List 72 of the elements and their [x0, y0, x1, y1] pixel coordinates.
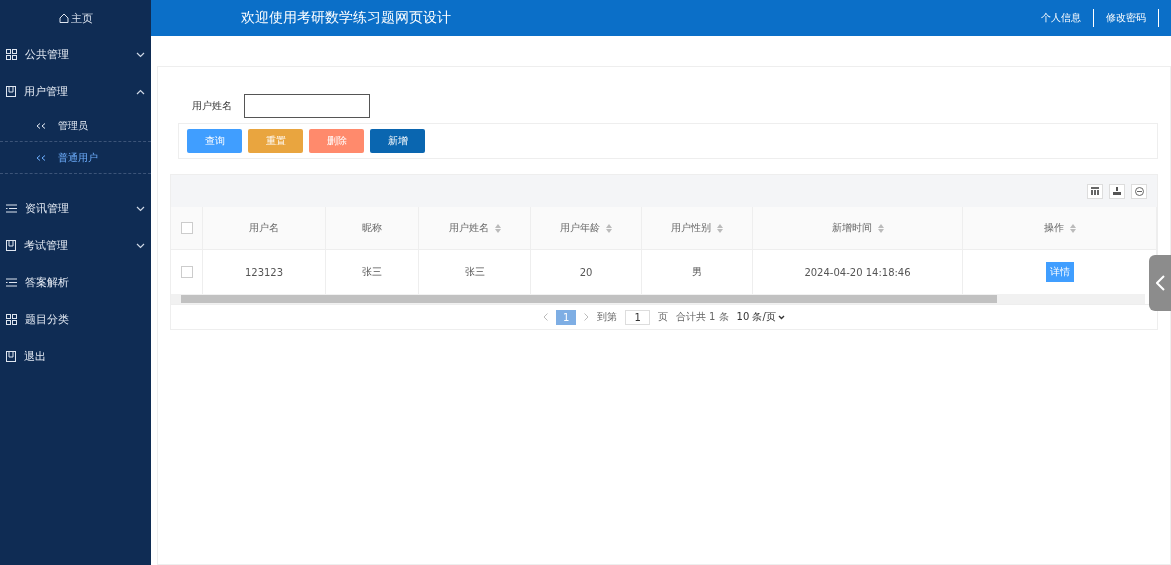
- sidebar-item[interactable]: 用户管理: [0, 73, 151, 110]
- sort-icon[interactable]: [1069, 223, 1076, 233]
- select-all-checkbox[interactable]: [180, 222, 193, 234]
- field-label: 用户姓名: [192, 99, 232, 113]
- export-icon[interactable]: [1109, 183, 1125, 199]
- grid-icon: [6, 49, 17, 60]
- column-header[interactable]: 用户姓名: [419, 207, 531, 250]
- grid-icon: [6, 314, 17, 325]
- column-label: 用户性别: [671, 221, 711, 235]
- header-link[interactable]: 个人信息: [1029, 9, 1094, 27]
- column-header[interactable]: 操作: [963, 207, 1157, 250]
- goto-label: 到第: [597, 310, 618, 324]
- sidebar-item-label: 答案解析: [25, 275, 70, 290]
- sidebar-item[interactable]: 资讯管理: [0, 190, 151, 227]
- home-link[interactable]: 主页: [0, 0, 151, 36]
- sort-icon[interactable]: [494, 223, 501, 233]
- collapse-tab[interactable]: [1149, 255, 1171, 311]
- next-page-icon[interactable]: [584, 313, 590, 321]
- column-header[interactable]: 用户性别: [642, 207, 753, 250]
- list-icon: [6, 204, 17, 213]
- chevron-down-icon: [136, 51, 145, 58]
- home-icon: [58, 13, 69, 23]
- column-label: 操作: [1043, 221, 1064, 235]
- sidebar-item-label: 考试管理: [24, 238, 69, 253]
- column-header[interactable]: 用户年龄: [531, 207, 642, 250]
- column-header[interactable]: 昵称: [326, 207, 419, 250]
- chevron-left-icon: [1155, 275, 1165, 291]
- column-label: 新增时间: [831, 221, 872, 235]
- chevron-down-icon: [136, 205, 145, 212]
- sidebar-item[interactable]: 考试管理: [0, 227, 151, 264]
- sort-icon[interactable]: [877, 223, 884, 233]
- sidebar-item-label: 公共管理: [25, 47, 70, 62]
- total-count: 合计共 1 条: [675, 310, 729, 324]
- sidebar-item-label: 资讯管理: [25, 201, 70, 216]
- chevron-up-icon: [136, 88, 145, 95]
- prev-page-icon[interactable]: [543, 313, 549, 321]
- home-label: 主页: [70, 10, 93, 26]
- submenu-item[interactable]: 普通用户: [0, 142, 151, 174]
- column-label: 昵称: [362, 221, 382, 235]
- sidebar-item[interactable]: 题目分类: [0, 301, 151, 338]
- book-icon: [6, 240, 16, 251]
- row-checkbox[interactable]: [180, 266, 193, 278]
- sidebar-item[interactable]: 退出: [0, 338, 151, 375]
- column-header[interactable]: 用户名: [203, 207, 326, 250]
- column-label: 用户姓名: [448, 221, 489, 235]
- sort-icon[interactable]: [717, 223, 723, 233]
- column-label: 用户名: [249, 221, 279, 235]
- chevron-down-icon: [136, 242, 145, 249]
- page-size-select[interactable]: 10 条/页: [736, 310, 785, 324]
- horizontal-scrollbar[interactable]: [171, 294, 1145, 304]
- page-title: 欢迎使用考研数学练习题网页设计: [241, 9, 452, 27]
- sidebar-item-label: 用户管理: [24, 84, 69, 99]
- action-button[interactable]: 新增: [370, 129, 425, 153]
- sidebar-item-label: 题目分类: [25, 312, 70, 327]
- list-icon: [6, 278, 17, 287]
- sidebar-item-label: 退出: [24, 349, 47, 364]
- page-unit: 页: [657, 310, 668, 324]
- columns-icon[interactable]: [1087, 183, 1103, 199]
- book-icon: [6, 86, 16, 97]
- sort-icon[interactable]: [606, 223, 612, 233]
- column-label: 用户年龄: [560, 221, 600, 235]
- goto-page-field[interactable]: 1: [625, 309, 650, 325]
- sidebar-item[interactable]: 答案解析: [0, 264, 151, 301]
- name-input-field[interactable]: [244, 94, 370, 118]
- rewind-icon: [36, 154, 46, 161]
- caret-icon: [777, 314, 785, 320]
- rewind-icon: [36, 122, 46, 129]
- sidebar-item[interactable]: 公共管理: [0, 36, 151, 73]
- book-icon: [6, 351, 16, 362]
- header-link[interactable]: 修改密码: [1094, 9, 1159, 27]
- column-header[interactable]: 新增时间: [753, 207, 963, 250]
- submenu-item[interactable]: 管理员: [0, 110, 151, 142]
